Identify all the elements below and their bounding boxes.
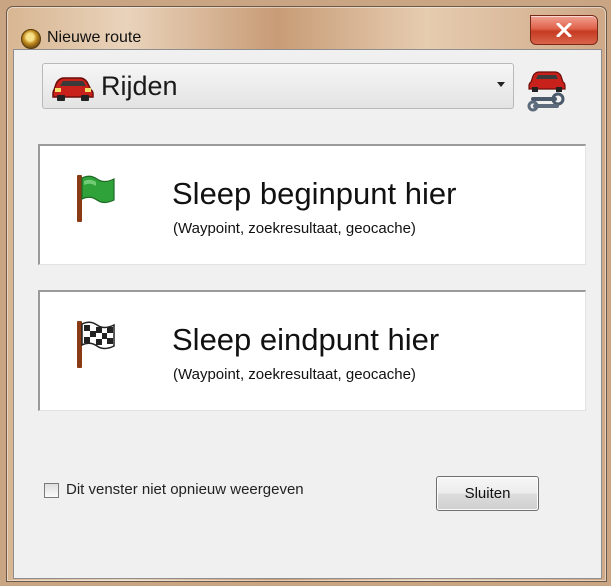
window-title: Nieuwe route — [47, 29, 142, 46]
end-point-title: Sleep eindpunt hier — [172, 322, 440, 357]
end-point-drop-zone[interactable]: Sleep eindpunt hier (Waypoint, zoekresul… — [38, 290, 586, 411]
title-bar[interactable]: Nieuwe route — [7, 7, 606, 49]
dont-show-again-checkbox[interactable] — [44, 483, 59, 498]
close-button[interactable]: Sluiten — [436, 476, 539, 511]
app-icon — [21, 29, 41, 49]
transport-mode-label: Rijden — [101, 71, 178, 101]
window-close-button[interactable] — [530, 15, 598, 45]
close-icon — [556, 23, 572, 37]
transport-mode-select[interactable]: Rijden — [42, 63, 514, 109]
start-point-drop-zone[interactable]: Sleep beginpunt hier (Waypoint, zoekresu… — [38, 144, 586, 265]
dont-show-again-label[interactable]: Dit venster niet opnieuw weergeven — [66, 481, 304, 498]
car-settings-icon[interactable] — [525, 66, 569, 112]
end-point-subtitle: (Waypoint, zoekresultaat, geocache) — [173, 366, 416, 383]
start-point-subtitle: (Waypoint, zoekresultaat, geocache) — [173, 220, 416, 237]
start-point-title: Sleep beginpunt hier — [172, 176, 457, 211]
green-flag-icon — [77, 175, 115, 222]
checkered-flag-icon — [77, 321, 115, 368]
chevron-down-icon — [497, 82, 505, 87]
car-icon — [52, 77, 94, 101]
